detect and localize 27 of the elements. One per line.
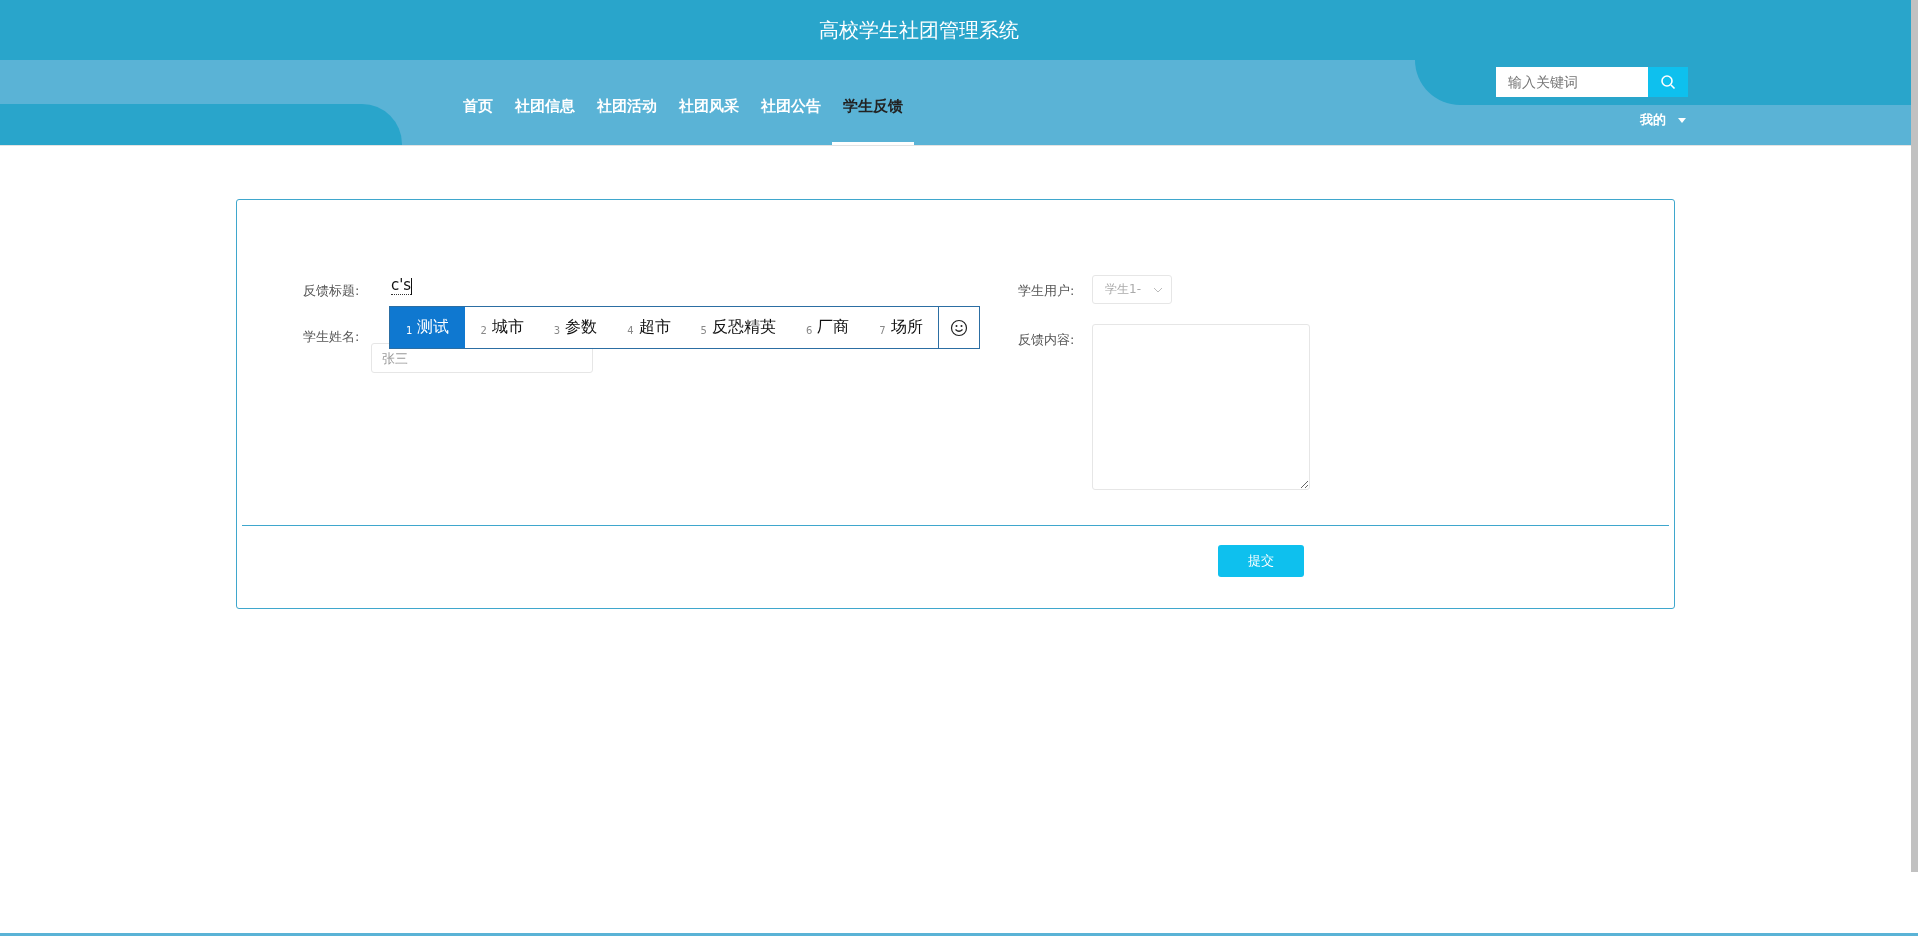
ime-candidate[interactable]: 5 反恐精英 [685, 307, 791, 348]
search-button[interactable] [1648, 67, 1688, 97]
ime-candidate[interactable]: 7 场所 [864, 307, 938, 348]
chevron-icon [1153, 286, 1163, 293]
field-label: 反馈内容: [1018, 331, 1076, 349]
user-select[interactable]: 学生1- [1092, 275, 1172, 304]
user-menu[interactable]: 我的 [1640, 111, 1666, 129]
search-field[interactable]: 输入关键词 [1496, 67, 1648, 97]
site-title: 高校学生社团管理系统 [819, 16, 1019, 44]
ime-candidate[interactable]: 1 测试 [390, 307, 466, 348]
field-label: 学生用户: [1018, 282, 1076, 300]
caret-icon [1678, 117, 1686, 123]
content-field[interactable] [1092, 324, 1310, 490]
nav-tab[interactable]: 学生反馈 [832, 60, 914, 145]
ime-candidate[interactable]: 4 超市 [612, 307, 686, 348]
nav-tab[interactable]: 社团公告 [750, 60, 832, 145]
field-label: 反馈标题: [303, 282, 361, 300]
ime-candidate[interactable]: 6 厂商 [790, 307, 865, 348]
nav-tab[interactable]: 社团信息 [504, 60, 586, 145]
nav-tab[interactable]: 社团活动 [586, 60, 668, 145]
search-icon [1660, 74, 1676, 90]
smiley-icon[interactable] [949, 318, 968, 337]
nav-tab[interactable]: 社团风采 [668, 60, 750, 145]
field-label: 学生姓名: [303, 328, 361, 346]
scrollbar[interactable] [1911, 0, 1918, 872]
title-field[interactable]: c's [391, 271, 413, 301]
nav-tab[interactable]: 首页 [452, 60, 504, 145]
